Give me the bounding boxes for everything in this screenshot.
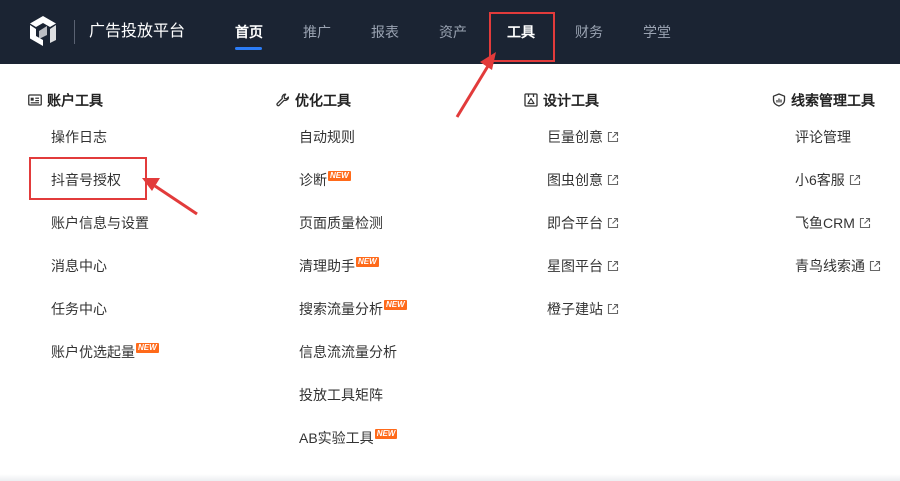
external-link-icon xyxy=(607,303,619,315)
new-badge: NEW xyxy=(374,429,398,439)
new-badge: NEW xyxy=(356,257,379,267)
external-link-icon xyxy=(849,174,860,186)
id-card-icon xyxy=(28,94,42,106)
column-title: 设计工具 xyxy=(543,92,599,109)
active-nav-indicator xyxy=(235,47,262,50)
menu-item-label: 橙子建站 xyxy=(547,301,603,317)
column-title: 账户工具 xyxy=(47,92,103,109)
menu-item-feiyu-crm[interactable]: 飞鱼CRM xyxy=(795,212,871,234)
nav-academy[interactable]: 学堂 xyxy=(643,20,671,44)
external-link-icon xyxy=(607,174,619,186)
nav-home[interactable]: 首页 xyxy=(235,20,263,44)
menu-item-page-quality[interactable]: 页面质量检测 xyxy=(299,212,383,234)
nav-finance[interactable]: 财务 xyxy=(575,20,603,44)
menu-item-ab-test[interactable]: AB实验工具 NEW xyxy=(299,427,398,449)
new-badge: NEW xyxy=(328,171,351,181)
menu-item-label: 自动规则 xyxy=(299,129,355,145)
menu-item-label: 飞鱼CRM xyxy=(795,215,855,231)
menu-item-qingniao-leads[interactable]: 青鸟线索通 xyxy=(795,255,881,277)
menu-item-label: 操作日志 xyxy=(51,129,107,145)
logo-icon[interactable] xyxy=(26,14,60,48)
menu-item-label: AB实验工具 xyxy=(299,430,374,446)
new-badge: NEW xyxy=(384,300,407,310)
menu-item-message-center[interactable]: 消息中心 xyxy=(51,255,107,277)
tools-highlight-box xyxy=(489,12,555,62)
design-icon xyxy=(524,93,538,107)
menu-item-label: 投放工具矩阵 xyxy=(299,387,383,403)
menu-item-label: 评论管理 xyxy=(795,129,851,145)
external-link-icon xyxy=(607,217,619,229)
menu-item-label: 图虫创意 xyxy=(547,172,603,188)
menu-item-label: 诊断 xyxy=(299,172,327,188)
menu-item-auto-rules[interactable]: 自动规则 xyxy=(299,126,355,148)
menu-item-tool-matrix[interactable]: 投放工具矩阵 xyxy=(299,384,383,406)
menu-item-operation-log[interactable]: 操作日志 xyxy=(51,126,107,148)
menu-item-cleanup-assistant[interactable]: 清理助手 NEW xyxy=(299,255,379,277)
new-badge: NEW xyxy=(136,343,159,353)
menu-item-xiao6-service[interactable]: 小6客服 xyxy=(795,169,861,191)
column-header-lead-tools: 线索管理工具 xyxy=(772,88,875,110)
column-header-account-tools: 账户工具 xyxy=(28,88,103,110)
menu-item-search-traffic[interactable]: 搜索流量分析 NEW xyxy=(299,298,407,320)
menu-item-label: 星图平台 xyxy=(547,258,603,274)
arrow-to-douyin-auth xyxy=(142,178,198,216)
menu-item-label: 抖音号授权 xyxy=(51,172,121,188)
column-header-optimization-tools: 优化工具 xyxy=(276,88,351,110)
menu-item-label: 账户信息与设置 xyxy=(51,215,149,231)
menu-item-account-boost[interactable]: 账户优选起量 NEW xyxy=(51,341,159,363)
logo-divider xyxy=(74,20,75,44)
menu-item-label: 信息流流量分析 xyxy=(299,344,397,360)
top-nav-bar: 广告投放平台 首页 推广 报表 资产 工具 财务 学堂 xyxy=(0,0,900,64)
annotation-arrows xyxy=(142,52,496,216)
external-link-icon xyxy=(607,260,619,272)
column-title: 线索管理工具 xyxy=(791,92,875,109)
menu-item-douyin-auth[interactable]: 抖音号授权 xyxy=(51,169,121,191)
column-title: 优化工具 xyxy=(295,92,351,109)
menu-item-label: 即合平台 xyxy=(547,215,603,231)
external-link-icon xyxy=(607,131,619,143)
menu-item-label: 任务中心 xyxy=(51,301,107,317)
menu-item-xingtu-platform[interactable]: 星图平台 xyxy=(547,255,619,277)
external-link-icon xyxy=(869,260,881,272)
menu-item-account-settings[interactable]: 账户信息与设置 xyxy=(51,212,149,234)
menu-item-label: 青鸟线索通 xyxy=(795,258,865,274)
menu-item-jihe-platform[interactable]: 即合平台 xyxy=(547,212,619,234)
menu-item-label: 清理助手 xyxy=(299,258,355,274)
menu-item-feed-traffic[interactable]: 信息流流量分析 xyxy=(299,341,397,363)
menu-item-label: 账户优选起量 xyxy=(51,344,135,360)
menu-item-comment-management[interactable]: 评论管理 xyxy=(795,126,851,148)
nav-promotion[interactable]: 推广 xyxy=(303,20,331,44)
menu-item-label: 消息中心 xyxy=(51,258,107,274)
menu-item-label: 小6客服 xyxy=(795,172,845,188)
menu-item-task-center[interactable]: 任务中心 xyxy=(51,298,107,320)
menu-item-juliang-creative[interactable]: 巨量创意 xyxy=(547,126,619,148)
brand-name: 广告投放平台 xyxy=(89,23,186,40)
column-header-design-tools: 设计工具 xyxy=(524,88,599,110)
menu-item-label: 巨量创意 xyxy=(547,129,603,145)
menu-item-orange-site-builder[interactable]: 橙子建站 xyxy=(547,298,619,320)
wrench-icon xyxy=(276,93,290,107)
menu-item-tuchong-creative[interactable]: 图虫创意 xyxy=(547,169,619,191)
nav-assets[interactable]: 资产 xyxy=(439,20,467,44)
menu-item-label: 页面质量检测 xyxy=(299,215,383,231)
nav-reports[interactable]: 报表 xyxy=(371,20,399,44)
shield-icon xyxy=(772,93,786,107)
menu-item-label: 搜索流量分析 xyxy=(299,301,383,317)
external-link-icon xyxy=(859,217,870,229)
bottom-shadow xyxy=(0,474,900,481)
menu-item-diagnosis[interactable]: 诊断 NEW xyxy=(299,169,351,191)
